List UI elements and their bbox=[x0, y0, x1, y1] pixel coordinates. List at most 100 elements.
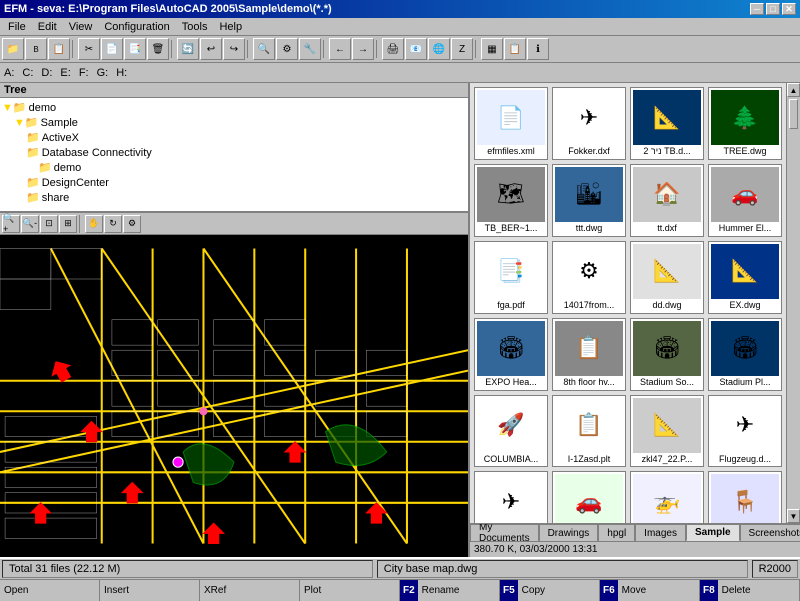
tree-item-sample[interactable]: ▼📁 Sample bbox=[14, 115, 466, 130]
toolbar-btn-10[interactable]: ↪ bbox=[223, 38, 245, 60]
fkey-label-insert[interactable]: Insert bbox=[100, 585, 133, 596]
toolbar-btn-22[interactable]: ℹ bbox=[527, 38, 549, 60]
menu-bar: File Edit View Configuration Tools Help bbox=[0, 18, 800, 36]
tab-sample[interactable]: Sample bbox=[686, 524, 740, 541]
map-zoom-fit[interactable]: ⊡ bbox=[40, 215, 58, 233]
toolbar-btn-4[interactable]: ✂ bbox=[78, 38, 100, 60]
map-rotate[interactable]: ↻ bbox=[104, 215, 122, 233]
drive-d-label: D: bbox=[41, 67, 52, 79]
thumbnail-item-16[interactable]: 🚀COLUMBIA... bbox=[474, 395, 548, 468]
drive-g[interactable]: G: bbox=[97, 67, 109, 79]
thumbnail-item-20[interactable]: ✈Fokker.dwg bbox=[474, 471, 548, 523]
tree-item-demo-sub[interactable]: 📁 demo bbox=[38, 160, 466, 175]
thumbnail-item-5[interactable]: 🏙ttt.dwg bbox=[552, 164, 626, 237]
toolbar-btn-18[interactable]: 🌐 bbox=[428, 38, 450, 60]
toolbar-btn-15[interactable]: → bbox=[352, 38, 374, 60]
drive-d[interactable]: D: bbox=[41, 67, 52, 79]
map-zoom-sel[interactable]: ⊞ bbox=[59, 215, 77, 233]
tree-item-dbconn[interactable]: 📁 Database Connectivity bbox=[26, 145, 466, 160]
thumbnail-item-21[interactable]: 🚗Car.dwg bbox=[552, 471, 626, 523]
map-config[interactable]: ⚙ bbox=[123, 215, 141, 233]
thumbnail-item-6[interactable]: 🏠tt.dxf bbox=[630, 164, 704, 237]
tab-screenshots[interactable]: Screenshots bbox=[740, 524, 800, 541]
thumbnail-item-13[interactable]: 📋8th floor hv... bbox=[552, 318, 626, 391]
fkey-label-rename[interactable]: Rename bbox=[418, 585, 464, 596]
map-pan[interactable]: ✋ bbox=[85, 215, 103, 233]
thumbnail-grid[interactable]: 📄efmfiles.xml✈Fokker.dxf📐2 ניר TB.d...🌲T… bbox=[470, 83, 786, 523]
thumbnail-item-1[interactable]: ✈Fokker.dxf bbox=[552, 87, 626, 160]
fkey-label-plot[interactable]: Plot bbox=[300, 585, 325, 596]
toolbar-btn-1[interactable]: 📁 bbox=[2, 38, 24, 60]
thumbnail-item-19[interactable]: ✈Flugzeug.d... bbox=[708, 395, 782, 468]
drive-f[interactable]: F: bbox=[79, 67, 89, 79]
drive-c[interactable]: C: bbox=[22, 67, 33, 79]
fkey-label-open[interactable]: Open bbox=[0, 585, 32, 596]
thumbnail-item-8[interactable]: 📑fga.pdf bbox=[474, 241, 548, 314]
tab-my-documents[interactable]: My Documents bbox=[470, 524, 539, 541]
thumbnail-item-4[interactable]: 🗺TB_BER~1... bbox=[474, 164, 548, 237]
toolbar-btn-12[interactable]: ⚙ bbox=[276, 38, 298, 60]
thumbnail-item-15[interactable]: 🏟Stadium Pl... bbox=[708, 318, 782, 391]
map-zoom-out[interactable]: 🔍- bbox=[21, 215, 39, 233]
thumbnail-item-23[interactable]: 🪑sitzgruppe.... bbox=[708, 471, 782, 523]
map-zoom-in[interactable]: 🔍+ bbox=[2, 215, 20, 233]
thumbnail-item-14[interactable]: 🏟Stadium So... bbox=[630, 318, 704, 391]
thumbnail-item-2[interactable]: 📐2 ניר TB.d... bbox=[630, 87, 704, 160]
minimize-button[interactable]: ─ bbox=[750, 3, 764, 15]
toolbar-btn-3[interactable]: 📋 bbox=[48, 38, 70, 60]
menu-view[interactable]: View bbox=[63, 20, 99, 34]
thumbnail-item-22[interactable]: 🚁Hubschr.dwg bbox=[630, 471, 704, 523]
close-button[interactable]: ✕ bbox=[782, 3, 796, 15]
scroll-down-button[interactable]: ▼ bbox=[787, 509, 800, 523]
fkey-label-xref[interactable]: XRef bbox=[200, 585, 230, 596]
thumbnail-item-9[interactable]: ⚙14017from... bbox=[552, 241, 626, 314]
toolbar-btn-13[interactable]: 🔧 bbox=[299, 38, 321, 60]
toolbar-btn-9[interactable]: ↩ bbox=[200, 38, 222, 60]
toolbar-btn-20[interactable]: ▦ bbox=[481, 38, 503, 60]
scroll-up-button[interactable]: ▲ bbox=[787, 83, 800, 97]
tree-item-activex[interactable]: 📁 ActiveX bbox=[26, 130, 466, 145]
tree-item-sheetsets[interactable]: 📁 Sheet Sets bbox=[26, 205, 466, 208]
drive-a[interactable]: A: bbox=[4, 67, 14, 79]
thumbnail-item-7[interactable]: 🚗Hummer El... bbox=[708, 164, 782, 237]
toolbar-btn-16[interactable]: 🖨 bbox=[382, 38, 404, 60]
tree-item-designcenter[interactable]: 📁 DesignCenter bbox=[26, 175, 466, 190]
thumbnail-item-17[interactable]: 📋I-1Zasd.plt bbox=[552, 395, 626, 468]
scrollbar-right[interactable]: ▲ ▼ bbox=[786, 83, 800, 523]
toolbar-btn-17[interactable]: 📧 bbox=[405, 38, 427, 60]
map-canvas[interactable] bbox=[0, 235, 468, 557]
thumbnail-item-10[interactable]: 📐dd.dwg bbox=[630, 241, 704, 314]
fkey-label-copy[interactable]: Copy bbox=[518, 585, 549, 596]
thumbnail-item-0[interactable]: 📄efmfiles.xml bbox=[474, 87, 548, 160]
fkey-label-delete[interactable]: Delete bbox=[718, 585, 755, 596]
menu-file[interactable]: File bbox=[2, 20, 32, 34]
toolbar-btn-2[interactable]: B bbox=[25, 38, 47, 60]
menu-help[interactable]: Help bbox=[213, 20, 248, 34]
menu-tools[interactable]: Tools bbox=[176, 20, 214, 34]
thumbnail-item-3[interactable]: 🌲TREE.dwg bbox=[708, 87, 782, 160]
toolbar-btn-14[interactable]: ← bbox=[329, 38, 351, 60]
tree-item-demo[interactable]: ▼📁 demo bbox=[2, 100, 466, 115]
tree-content[interactable]: ▼📁 demo ▼📁 Sample 📁 ActiveX 📁 Database C… bbox=[0, 98, 468, 208]
maximize-button[interactable]: □ bbox=[766, 3, 780, 15]
menu-configuration[interactable]: Configuration bbox=[98, 20, 175, 34]
toolbar-btn-7[interactable]: 🗑 bbox=[147, 38, 169, 60]
tab-drawings[interactable]: Drawings bbox=[539, 524, 599, 541]
thumbnail-item-11[interactable]: 📐EX.dwg bbox=[708, 241, 782, 314]
tree-item-share[interactable]: 📁 share bbox=[26, 190, 466, 205]
toolbar-btn-5[interactable]: 📄 bbox=[101, 38, 123, 60]
tab-hpgl[interactable]: hpgl bbox=[598, 524, 635, 541]
toolbar-btn-19[interactable]: Z bbox=[451, 38, 473, 60]
toolbar-btn-6[interactable]: 📑 bbox=[124, 38, 146, 60]
menu-edit[interactable]: Edit bbox=[32, 20, 63, 34]
thumbnail-item-18[interactable]: 📐zkl47_22.P... bbox=[630, 395, 704, 468]
toolbar-btn-8[interactable]: 🔄 bbox=[177, 38, 199, 60]
toolbar-btn-21[interactable]: 📋 bbox=[504, 38, 526, 60]
drive-h[interactable]: H: bbox=[116, 67, 127, 79]
scroll-thumb[interactable] bbox=[789, 99, 798, 129]
toolbar-btn-11[interactable]: 🔍 bbox=[253, 38, 275, 60]
tab-images[interactable]: Images bbox=[635, 524, 686, 541]
drive-e[interactable]: E: bbox=[60, 67, 70, 79]
fkey-label-move[interactable]: Move bbox=[618, 585, 650, 596]
thumbnail-item-12[interactable]: 🏟EXPO Hea... bbox=[474, 318, 548, 391]
